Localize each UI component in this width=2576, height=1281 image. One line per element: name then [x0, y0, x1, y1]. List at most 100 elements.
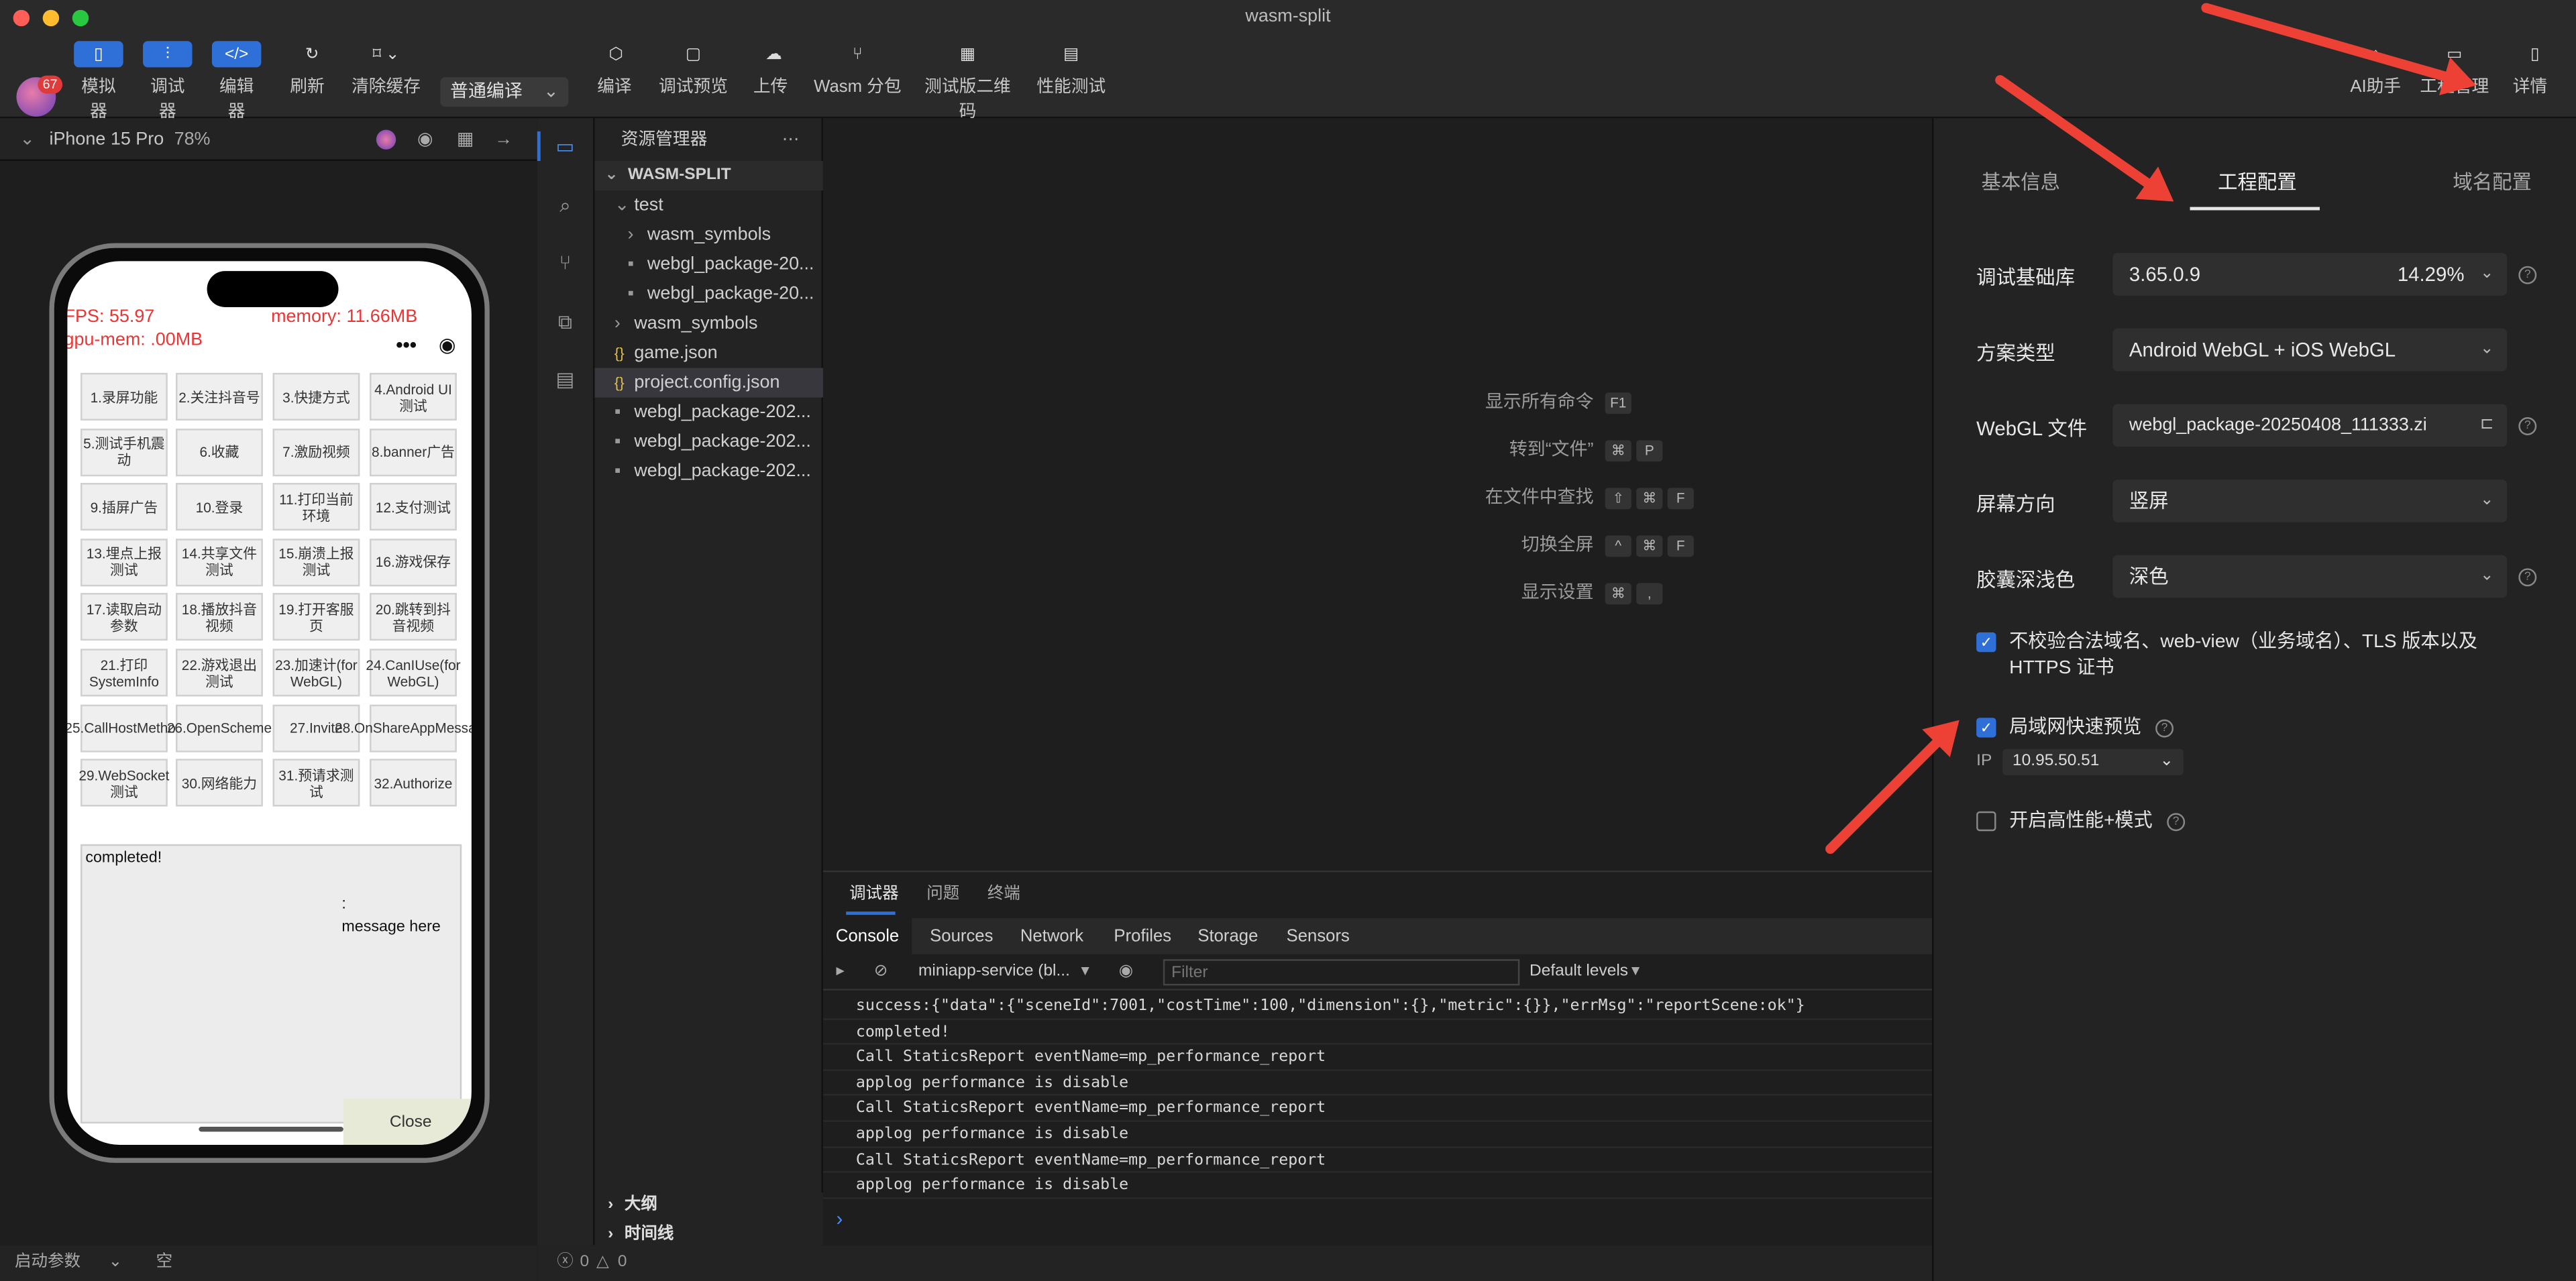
test-button[interactable]: 9.插屏广告: [80, 483, 168, 531]
grid-icon[interactable]: ▦: [457, 118, 474, 161]
tab-basic-info[interactable]: 基本信息: [1981, 168, 2060, 196]
test-button[interactable]: 12.支付测试: [370, 483, 457, 531]
test-button[interactable]: 24.CanIUse(for WebGL): [366, 649, 461, 697]
test-button[interactable]: 19.打开客服页: [272, 594, 360, 642]
tab-terminal[interactable]: 终端: [987, 872, 1020, 918]
zoom-level[interactable]: 78%: [174, 118, 211, 161]
tab-project-config[interactable]: 工程配置: [2218, 168, 2297, 196]
debug-preview-button[interactable]: ▢ 调试预览: [657, 41, 730, 99]
minimize-window-icon[interactable]: [42, 9, 60, 27]
search-icon[interactable]: ⌕: [553, 194, 576, 217]
simulator-button[interactable]: ▯ 模拟器: [74, 41, 123, 123]
clear-console-icon[interactable]: ⊘: [874, 954, 888, 991]
test-button[interactable]: 2.关注抖音号: [176, 372, 263, 421]
tree-item[interactable]: ⌄ test: [595, 190, 823, 220]
device-select[interactable]: iPhone 15 Pro: [49, 118, 164, 161]
help-icon[interactable]: ?: [2518, 568, 2537, 587]
details-button[interactable]: ▯ 详情: [2510, 41, 2550, 99]
test-button[interactable]: 7.激励视频: [272, 428, 360, 476]
context-select[interactable]: miniapp-service (bl...: [918, 954, 1070, 991]
test-button[interactable]: 8.banner广告: [370, 428, 457, 476]
folder-open-icon[interactable]: ⊏: [2473, 404, 2494, 447]
upload-button[interactable]: ☁ 上传: [749, 41, 792, 99]
tab-console[interactable]: Console: [822, 917, 912, 954]
test-button[interactable]: 15.崩溃上报测试: [272, 538, 360, 586]
capsule-close-icon[interactable]: ◉: [439, 333, 456, 356]
test-button[interactable]: 6.收藏: [176, 428, 263, 476]
launch-params-label[interactable]: 启动参数: [15, 1245, 80, 1281]
tree-item[interactable]: ▪ webgl_package-202...: [595, 398, 823, 427]
arrow-right-icon[interactable]: →: [494, 118, 513, 161]
orientation-select[interactable]: 竖屏 ⌄: [2112, 480, 2508, 522]
test-button[interactable]: 29.WebSocket测试: [78, 759, 169, 807]
tab-domain-config[interactable]: 域名配置: [2453, 168, 2532, 196]
compile-mode-select[interactable]: 普通编译 ⌄: [440, 77, 569, 107]
test-button[interactable]: 14.共享文件测试: [176, 538, 263, 586]
lan-preview-checkbox[interactable]: ✓: [1976, 718, 1996, 738]
test-button[interactable]: 22.游戏退出测试: [176, 649, 263, 697]
tree-item[interactable]: {} game.json: [595, 338, 823, 368]
test-button[interactable]: 1.录屏功能: [80, 372, 168, 421]
test-button[interactable]: 10.登录: [176, 483, 263, 531]
performance-test-button[interactable]: ▤ 性能测试: [1035, 41, 1108, 99]
tab-storage[interactable]: Storage: [1197, 918, 1258, 954]
test-button[interactable]: 4.Android UI测试: [370, 372, 457, 421]
console-prompt[interactable]: ›: [837, 1207, 843, 1230]
more-icon[interactable]: ⋯: [782, 118, 800, 161]
tree-item[interactable]: ▪ webgl_package-202...: [595, 427, 823, 457]
tree-root[interactable]: ⌄ WASM-SPLIT: [594, 161, 823, 191]
high-performance-checkbox[interactable]: [1976, 811, 1996, 832]
test-button[interactable]: 26.OpenScheme: [167, 704, 272, 752]
test-qrcode-button[interactable]: ▦ 测试版二维码: [917, 41, 1019, 123]
test-button[interactable]: 21.打印SystemInfo: [80, 649, 168, 697]
eye-icon[interactable]: ◉: [1119, 954, 1133, 991]
tree-item[interactable]: ▪ webgl_package-20...: [595, 279, 823, 309]
source-control-icon[interactable]: ⑂: [553, 252, 576, 274]
chevron-down-icon[interactable]: ⌄: [19, 118, 35, 161]
help-icon[interactable]: ?: [2155, 719, 2174, 738]
tab-sensors[interactable]: Sensors: [1287, 918, 1350, 954]
capsule-theme-select[interactable]: 深色 ⌄: [2112, 555, 2508, 598]
skip-domain-check-checkbox[interactable]: ✓: [1976, 632, 1996, 653]
test-button[interactable]: 13.埋点上报测试: [80, 538, 168, 586]
sidebar-toggle-icon[interactable]: ▸: [837, 954, 845, 991]
chevron-down-icon[interactable]: ⌄: [109, 1245, 123, 1281]
warning-count[interactable]: 0: [618, 1245, 627, 1281]
help-icon[interactable]: ?: [2518, 417, 2537, 435]
ip-select[interactable]: 10.95.50.51 ⌄: [2002, 748, 2184, 775]
test-button[interactable]: 28.OnShareAppMessage: [335, 704, 472, 752]
tree-item[interactable]: ▪ webgl_package-20...: [595, 249, 823, 279]
maximize-window-icon[interactable]: [72, 9, 89, 27]
levels-select[interactable]: Default levels: [1529, 954, 1628, 991]
tree-item[interactable]: › wasm_symbols: [595, 220, 823, 249]
close-window-icon[interactable]: [13, 9, 30, 27]
error-icon[interactable]: ⓧ: [557, 1245, 573, 1281]
clear-cache-button[interactable]: ⌑ ⌄ 清除缓存: [350, 41, 423, 99]
avatar-small[interactable]: [376, 129, 396, 150]
editor-button[interactable]: </> 编辑器: [211, 41, 262, 123]
outline-section[interactable]: › 大纲: [608, 1192, 657, 1219]
scheme-select[interactable]: Android WebGL + iOS WebGL ⌄: [2112, 328, 2508, 372]
warning-icon[interactable]: △: [596, 1245, 609, 1281]
test-button[interactable]: 23.加速计(for WebGL): [272, 649, 360, 697]
test-button[interactable]: 5.测试手机震动: [80, 428, 168, 476]
test-button[interactable]: 3.快捷方式: [272, 372, 360, 421]
tree-item[interactable]: › wasm_symbols: [595, 309, 823, 338]
webgl-file-field[interactable]: webgl_package-20250408_111333.zi ⊏: [2112, 404, 2508, 447]
test-button[interactable]: 18.播放抖音视频: [176, 594, 263, 642]
help-icon[interactable]: ?: [2518, 266, 2537, 284]
record-icon[interactable]: ◉: [417, 118, 433, 161]
tab-problems[interactable]: 问题: [926, 872, 959, 918]
compile-button[interactable]: ⬡ 编译: [592, 41, 638, 99]
tree-item[interactable]: {} project.config.json: [594, 368, 823, 398]
test-button[interactable]: 16.游戏保存: [370, 538, 457, 586]
sdk-version-select[interactable]: 3.65.0.9 14.29% ⌄: [2112, 253, 2508, 296]
test-button[interactable]: 25.CallHostMethod: [67, 704, 183, 752]
debug-icon[interactable]: ▤: [553, 368, 576, 391]
files-icon[interactable]: ▭: [553, 135, 576, 158]
filter-input[interactable]: [1163, 959, 1520, 986]
test-button[interactable]: 11.打印当前环境: [272, 483, 360, 531]
test-button[interactable]: 20.跳转到抖音视频: [370, 594, 457, 642]
help-icon[interactable]: ?: [2167, 813, 2186, 832]
tab-sources[interactable]: Sources: [930, 918, 993, 954]
